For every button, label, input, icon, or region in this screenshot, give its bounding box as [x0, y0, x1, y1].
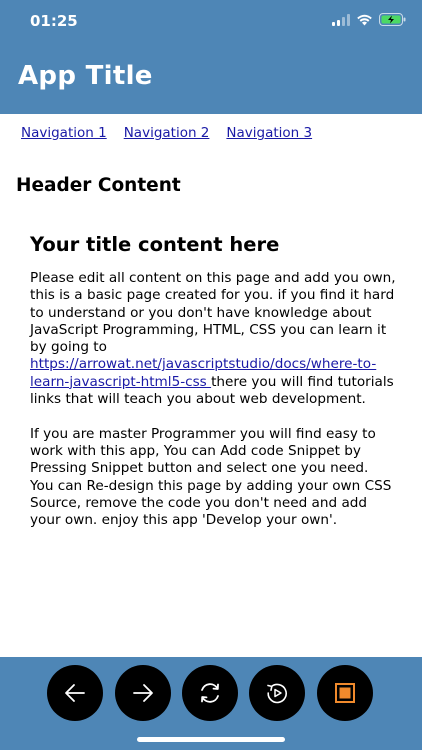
- replay-button[interactable]: [249, 665, 305, 721]
- status-bar: 01:25: [0, 0, 422, 44]
- app-title: App Title: [18, 61, 153, 91]
- back-button[interactable]: [47, 665, 103, 721]
- paragraph-programmer: If you are master Programmer you will fi…: [30, 425, 376, 477]
- paragraph-intro-text: Please edit all content on this page and…: [30, 270, 396, 356]
- home-indicator: [137, 737, 285, 742]
- app-header: App Title: [0, 44, 422, 114]
- refresh-icon: [201, 683, 219, 703]
- nav-link-1[interactable]: Navigation 1: [21, 125, 107, 141]
- navigation-bar: Navigation 1 Navigation 2 Navigation 3: [21, 125, 312, 141]
- replay-icon: [267, 683, 287, 704]
- nav-link-2[interactable]: Navigation 2: [124, 125, 210, 141]
- arrow-right-icon: [133, 684, 153, 702]
- stop-button[interactable]: [317, 665, 373, 721]
- nav-link-3[interactable]: Navigation 3: [226, 125, 312, 141]
- wifi-icon: [357, 14, 372, 25]
- status-time: 01:25: [30, 12, 78, 30]
- cellular-signal-icon: [332, 13, 350, 26]
- content-title: Your title content here: [30, 233, 280, 256]
- battery-charging-icon: [379, 13, 406, 26]
- content-body: Please edit all content on this page and…: [30, 270, 400, 529]
- stop-icon: [335, 683, 355, 703]
- refresh-button[interactable]: [182, 665, 238, 721]
- forward-button[interactable]: [115, 665, 171, 721]
- status-icons: [332, 13, 406, 26]
- arrow-left-icon: [65, 684, 85, 702]
- header-content: Header Content: [16, 175, 181, 196]
- paragraph-redesign: You can Re-design this page by adding yo…: [30, 477, 392, 529]
- paragraph-intro: Please edit all content on this page and…: [30, 270, 400, 408]
